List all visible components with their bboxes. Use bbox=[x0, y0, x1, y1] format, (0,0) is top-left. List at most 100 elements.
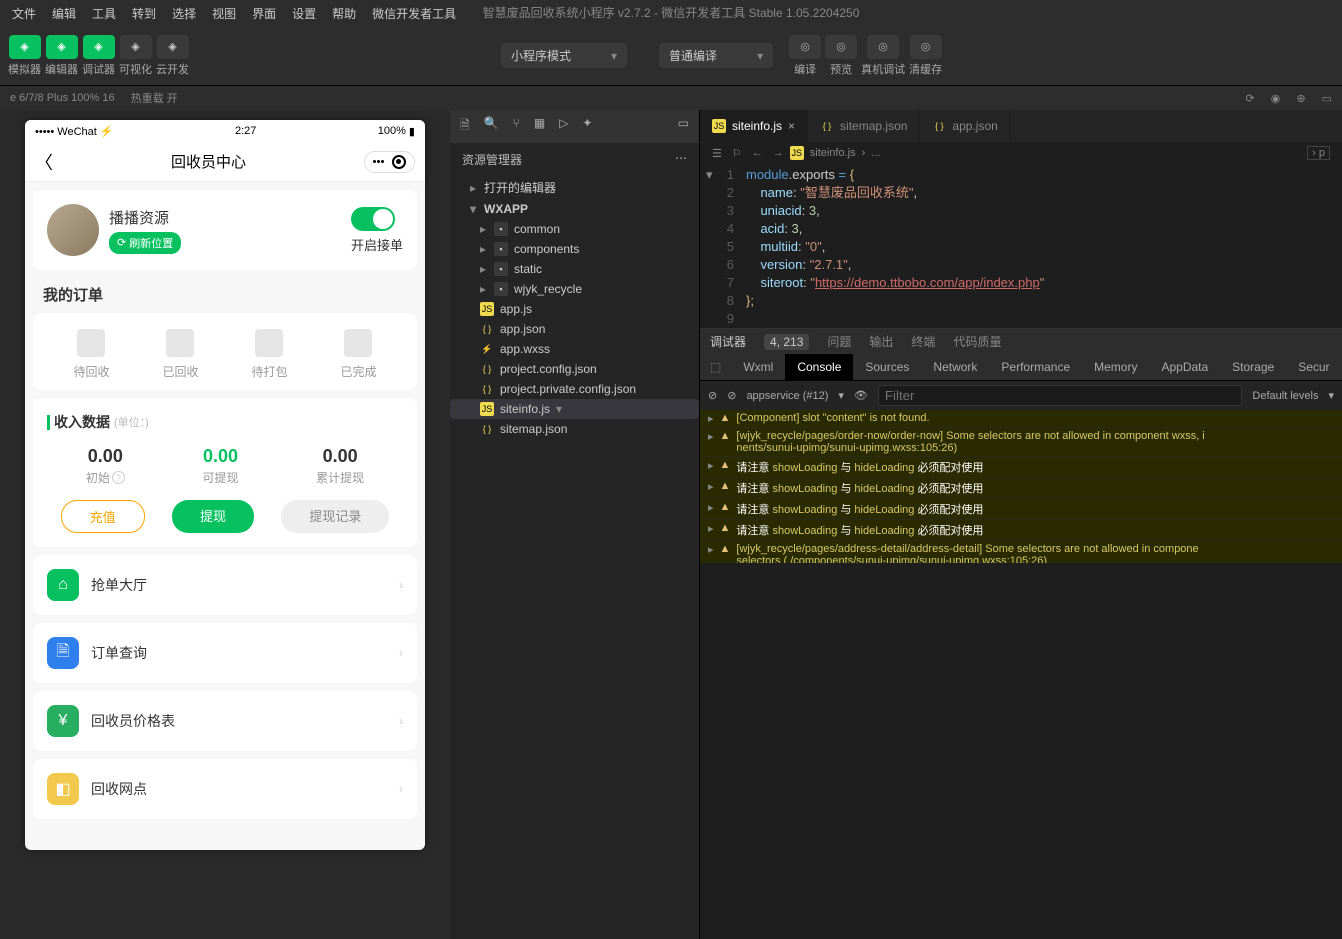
code-editor[interactable]: ▾123456789 module.exports = { name: "智慧废… bbox=[700, 164, 1342, 328]
status-icon[interactable]: ◉ bbox=[1271, 92, 1281, 105]
mode-select[interactable]: 小程序模式 bbox=[501, 43, 627, 68]
tree-item[interactable]: { }app.json bbox=[450, 319, 699, 339]
income-title: 收入数据 bbox=[54, 412, 110, 432]
menu-item[interactable]: 转到 bbox=[126, 2, 162, 25]
editor-tab[interactable]: JSsiteinfo.js× bbox=[700, 110, 808, 142]
editor-tab[interactable]: { }sitemap.json bbox=[808, 110, 920, 142]
toolbar-button[interactable]: ◈ bbox=[120, 35, 152, 59]
devtools-tab[interactable]: Console bbox=[785, 354, 853, 380]
action-button[interactable]: ◎ bbox=[825, 35, 857, 59]
inspect-icon[interactable]: ⬚ bbox=[700, 354, 731, 380]
menu-item[interactable]: 微信开发者工具 bbox=[366, 2, 462, 25]
tree-item[interactable]: ▸▪components bbox=[450, 239, 699, 259]
toolbar-button[interactable]: ◈ bbox=[157, 35, 189, 59]
order-tab[interactable]: 已完成 bbox=[340, 329, 376, 380]
tree-item[interactable]: ▸▪common bbox=[450, 219, 699, 239]
dbg-top-tab[interactable]: 输出 bbox=[869, 333, 893, 350]
order-tab[interactable]: 待回收 bbox=[73, 329, 109, 380]
menu-item[interactable]: 编辑 bbox=[46, 2, 82, 25]
panel-icon[interactable]: ▭ bbox=[678, 116, 689, 137]
capsule-menu[interactable] bbox=[364, 151, 415, 173]
search-icon[interactable]: 🔍 bbox=[484, 116, 499, 137]
action-button[interactable]: ◎ bbox=[867, 35, 899, 59]
withdraw-records-button[interactable]: 提现记录 bbox=[281, 500, 389, 533]
hot-reload-label[interactable]: 热重载 开 bbox=[131, 90, 178, 106]
status-icon[interactable]: ⊕ bbox=[1296, 92, 1305, 105]
menu-item[interactable]: ¥回收员价格表› bbox=[33, 691, 417, 751]
devtools-tab[interactable]: Wxml bbox=[731, 354, 785, 380]
more-icon[interactable]: ✦ bbox=[582, 116, 592, 137]
order-tab[interactable]: 已回收 bbox=[162, 329, 198, 380]
menu-item[interactable]: 选择 bbox=[166, 2, 202, 25]
status-icon[interactable]: ⟳ bbox=[1246, 92, 1255, 105]
issue-count[interactable]: 4, 213 bbox=[764, 334, 809, 350]
close-icon[interactable]: × bbox=[788, 119, 795, 133]
more-icon[interactable]: ⋯ bbox=[675, 151, 687, 168]
tree-item[interactable]: ▸▪static bbox=[450, 259, 699, 279]
devtools-tab[interactable]: Network bbox=[921, 354, 989, 380]
dbg-top-tab[interactable]: 问题 bbox=[827, 333, 851, 350]
toolbar-button[interactable]: ◈ bbox=[83, 35, 115, 59]
tree-section[interactable]: ▸打开的编辑器 bbox=[450, 176, 699, 199]
devtools-tab[interactable]: AppData bbox=[1149, 354, 1220, 380]
toolbar-button[interactable]: ◈ bbox=[9, 35, 41, 59]
withdraw-button[interactable]: 提现 bbox=[172, 500, 254, 533]
menu-item[interactable]: 文件 bbox=[6, 2, 42, 25]
tree-item[interactable]: ▸▪wjyk_recycle bbox=[450, 279, 699, 299]
menu-item[interactable]: 工具 bbox=[86, 2, 122, 25]
console-output[interactable]: ▸▲[Component] slot "content" is not foun… bbox=[700, 410, 1342, 563]
order-tab[interactable]: 待打包 bbox=[251, 329, 287, 380]
compile-select[interactable]: 普通编译 bbox=[659, 43, 773, 68]
bookmark-icon[interactable]: ⚐ bbox=[732, 147, 742, 160]
extensions-icon[interactable]: ▦ bbox=[534, 116, 545, 137]
tree-item[interactable]: ⚡app.wxss bbox=[450, 339, 699, 359]
menu-item[interactable]: ◧回收网点› bbox=[33, 759, 417, 819]
toolbar-label: 模拟器 bbox=[8, 61, 41, 77]
editor-panel: JSsiteinfo.js×{ }sitemap.json{ }app.json… bbox=[700, 110, 1342, 939]
menu-item[interactable]: 界面 bbox=[246, 2, 282, 25]
filter-input[interactable] bbox=[878, 385, 1243, 406]
debug-icon[interactable]: ▷ bbox=[559, 116, 568, 137]
action-button[interactable]: ◎ bbox=[789, 35, 821, 59]
devtools-tab[interactable]: Performance bbox=[989, 354, 1082, 380]
toolbar: ◈模拟器◈编辑器◈调试器◈可视化◈云开发 小程序模式 普通编译 ◎编译◎预览◎真… bbox=[0, 26, 1342, 86]
action-button[interactable]: ◎ bbox=[910, 35, 942, 59]
device-label[interactable]: e 6/7/8 Plus 100% 16 bbox=[10, 92, 115, 104]
editor-tab[interactable]: { }app.json bbox=[920, 110, 1010, 142]
devtools-tab[interactable]: Memory bbox=[1082, 354, 1149, 380]
devtools-tab[interactable]: Secur bbox=[1286, 354, 1341, 380]
context-select[interactable]: appservice (#12) bbox=[746, 390, 828, 402]
tree-item[interactable]: JSapp.js bbox=[450, 299, 699, 319]
refresh-location-button[interactable]: ⟳刷新位置 bbox=[109, 232, 181, 254]
devtools-tab[interactable]: Sources bbox=[853, 354, 921, 380]
menu-item[interactable]: 帮助 bbox=[326, 2, 362, 25]
tree-item[interactable]: JSsiteinfo.js bbox=[450, 399, 699, 419]
eye-icon[interactable]: 👁 bbox=[854, 389, 868, 402]
accept-order-switch[interactable] bbox=[351, 207, 395, 231]
menu-item[interactable]: 视图 bbox=[206, 2, 242, 25]
recharge-button[interactable]: 充值 bbox=[61, 500, 145, 533]
status-icon[interactable]: ▭ bbox=[1322, 92, 1332, 105]
tree-item[interactable]: { }project.config.json bbox=[450, 359, 699, 379]
tree-root[interactable]: ▾WXAPP bbox=[450, 199, 699, 219]
menu-item[interactable]: 🗎订单查询› bbox=[33, 623, 417, 683]
arrow-left-icon[interactable]: ← bbox=[752, 147, 763, 160]
toolbar-button[interactable]: ◈ bbox=[46, 35, 78, 59]
menu-item[interactable]: 设置 bbox=[286, 2, 322, 25]
branch-icon[interactable]: ⑂ bbox=[513, 116, 520, 137]
tree-item[interactable]: { }sitemap.json bbox=[450, 419, 699, 439]
avatar[interactable] bbox=[47, 204, 99, 256]
arrow-right-icon[interactable]: → bbox=[773, 147, 784, 160]
overflow-icon[interactable]: › p bbox=[1307, 146, 1330, 160]
dbg-top-tab[interactable]: 终端 bbox=[911, 333, 935, 350]
tree-item[interactable]: { }project.private.config.json bbox=[450, 379, 699, 399]
dbg-top-tab[interactable]: 代码质量 bbox=[953, 333, 1001, 350]
list-icon[interactable]: ☰ bbox=[712, 147, 722, 160]
stop-icon[interactable]: ⊘ bbox=[727, 389, 736, 402]
files-icon[interactable]: 🗎 bbox=[460, 116, 470, 137]
levels-select[interactable]: Default levels bbox=[1252, 390, 1318, 402]
clear-icon[interactable]: ⊘ bbox=[708, 389, 717, 402]
devtools-tab[interactable]: Storage bbox=[1220, 354, 1286, 380]
back-icon[interactable]: 〈 bbox=[35, 149, 53, 175]
menu-item[interactable]: ⌂抢单大厅› bbox=[33, 555, 417, 615]
